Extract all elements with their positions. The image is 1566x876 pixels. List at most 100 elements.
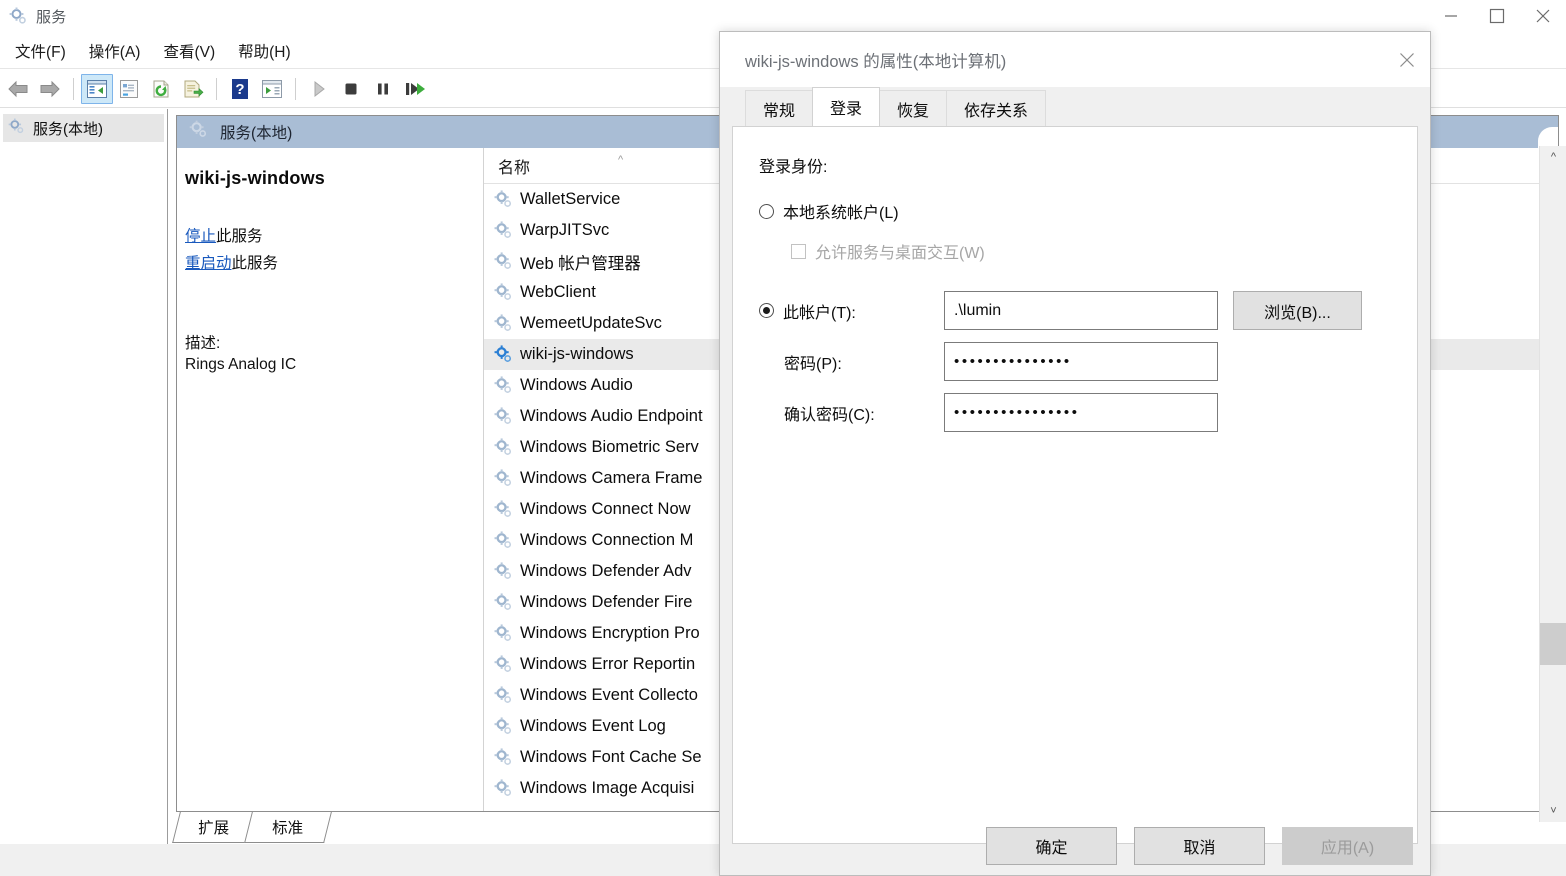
tab-extended-label: 扩展: [198, 820, 230, 837]
local-system-account-option[interactable]: 本地系统帐户(L): [759, 199, 1417, 223]
tree-node-services-local[interactable]: 服务(本地): [3, 114, 164, 142]
tab-recovery[interactable]: 恢复: [879, 90, 948, 126]
console-tree-pane: 服务(本地): [0, 109, 168, 844]
service-name-cell: Windows Camera Frame: [520, 469, 703, 487]
services-gear-icon: [189, 120, 208, 144]
dialog-title: wiki-js-windows 的属性(本地计算机): [745, 52, 1007, 71]
service-name-cell: Web 帐户管理器: [520, 254, 641, 273]
tab-extended[interactable]: 扩展: [172, 812, 256, 843]
toolbar-separator-2: [216, 77, 217, 100]
restart-service-link[interactable]: 重启动: [185, 255, 232, 272]
scroll-down-icon[interactable]: ˅: [1540, 800, 1566, 822]
restart-service-icon[interactable]: [399, 74, 431, 104]
menu-action[interactable]: 操作(A): [80, 37, 150, 65]
confirm-password-row: 确认密码(C): ••••••••••••••••: [759, 393, 1417, 432]
cancel-button[interactable]: 取消: [1134, 827, 1265, 865]
password-input[interactable]: •••••••••••••••: [944, 342, 1218, 381]
tree-node-label: 服务(本地): [33, 120, 103, 138]
export-list-icon[interactable]: [177, 74, 209, 104]
password-row: 密码(P): •••••••••••••••: [759, 342, 1417, 381]
description-label: 描述:: [185, 335, 221, 352]
services-gear-icon: [8, 118, 25, 139]
vertical-scrollbar[interactable]: ^ ˅: [1539, 146, 1566, 822]
service-detail-panel: wiki-js-windows 停止此服务 重启动此服务 描述: Rings A…: [177, 148, 482, 811]
service-gear-icon: [494, 438, 513, 457]
service-action-links: 停止此服务 重启动此服务: [185, 223, 466, 277]
toolbar-separator: [73, 77, 74, 100]
restart-service-suffix: 此服务: [231, 255, 279, 272]
tab-dependencies[interactable]: 依存关系: [946, 90, 1047, 126]
tab-logon[interactable]: 登录: [812, 87, 881, 126]
menu-file[interactable]: 文件(F): [6, 37, 75, 65]
service-name-cell: WarpJITSvc: [520, 221, 610, 239]
stop-service-icon[interactable]: [335, 74, 367, 104]
service-gear-icon: [494, 748, 513, 767]
service-name-cell: Windows Event Log: [520, 717, 666, 735]
apply-button: 应用(A): [1282, 827, 1413, 865]
close-icon[interactable]: [1384, 32, 1430, 87]
tab-standard-label: 标准: [272, 820, 304, 837]
service-name-cell: Windows Connect Now: [520, 500, 691, 518]
service-name-cell: Windows Connection M: [520, 531, 694, 549]
scroll-up-icon[interactable]: ^: [1540, 146, 1566, 168]
ok-button[interactable]: 确定: [986, 827, 1117, 865]
service-name-cell: Windows Encryption Pro: [520, 624, 700, 642]
service-gear-icon: [494, 562, 513, 581]
service-gear-icon: [494, 593, 513, 612]
selected-service-name: wiki-js-windows: [185, 168, 326, 188]
service-gear-icon: [494, 686, 513, 705]
start-service-icon[interactable]: [303, 74, 335, 104]
allow-desktop-label: 允许服务与桌面交互(W): [815, 245, 985, 262]
service-gear-icon: [494, 624, 513, 643]
show-hide-console-tree-icon[interactable]: [81, 73, 113, 104]
service-name-cell: Windows Audio Endpoint: [520, 407, 703, 425]
stop-service-link[interactable]: 停止: [185, 228, 216, 245]
menu-view[interactable]: 查看(V): [154, 37, 224, 65]
service-name-cell: Windows Defender Adv: [520, 562, 692, 580]
tab-standard[interactable]: 标准: [244, 812, 332, 843]
confirm-password-input[interactable]: ••••••••••••••••: [944, 393, 1218, 432]
tab-logon-label: 登录: [830, 101, 863, 118]
maximize-icon[interactable]: [1474, 0, 1520, 32]
refresh-icon[interactable]: [145, 74, 177, 104]
restart-service-link-row: 重启动此服务: [185, 250, 466, 277]
minimize-icon[interactable]: [1428, 0, 1474, 32]
account-input[interactable]: .\lumin: [944, 291, 1218, 330]
scrollbar-thumb[interactable]: [1540, 623, 1566, 665]
help-icon[interactable]: ?: [224, 74, 256, 104]
service-gear-icon: [494, 407, 513, 426]
service-name-cell: WemeetUpdateSvc: [520, 314, 662, 332]
service-gear-icon: [494, 376, 513, 395]
tab-general[interactable]: 常规: [745, 90, 814, 126]
tab-general-label: 常规: [763, 102, 796, 120]
service-name-cell: wiki-js-windows: [520, 345, 634, 363]
service-gear-icon: [494, 500, 513, 519]
service-name-cell: Windows Image Acquisi: [520, 779, 695, 797]
service-gear-icon: [494, 283, 513, 302]
service-name-cell: Windows Event Collecto: [520, 686, 698, 704]
pause-service-icon[interactable]: [367, 74, 399, 104]
column-header-name: 名称: [498, 159, 531, 177]
this-account-radio[interactable]: [759, 303, 774, 318]
logon-as-label: 登录身份:: [759, 159, 828, 176]
browse-button[interactable]: 浏览(B)...: [1233, 291, 1362, 330]
this-account-row: 此帐户(T): .\lumin 浏览(B)...: [759, 291, 1417, 330]
properties-icon[interactable]: [113, 74, 145, 104]
tab-dependencies-label: 依存关系: [964, 102, 1029, 120]
service-name-cell: Windows Biometric Serv: [520, 438, 699, 456]
show-hide-action-pane-icon[interactable]: [256, 74, 288, 104]
svg-text:?: ?: [235, 81, 244, 98]
this-account-option[interactable]: 此帐户(T):: [759, 299, 944, 323]
logon-tab-page: 登录身份: 本地系统帐户(L) 允许服务与桌面交互(W) 此帐户(T): .\l…: [732, 126, 1418, 844]
password-label: 密码(P):: [784, 355, 842, 373]
service-properties-dialog: wiki-js-windows 的属性(本地计算机) 常规 登录 恢复 依存关系…: [719, 31, 1431, 876]
local-system-label: 本地系统帐户(L): [783, 205, 899, 222]
back-icon[interactable]: [2, 74, 34, 104]
service-name-cell: Windows Font Cache Se: [520, 748, 702, 766]
forward-icon[interactable]: [34, 74, 66, 104]
local-system-radio[interactable]: [759, 203, 774, 219]
stop-service-link-row: 停止此服务: [185, 223, 466, 250]
close-icon[interactable]: [1520, 0, 1566, 32]
menu-help[interactable]: 帮助(H): [229, 37, 300, 65]
pane-header-title: 服务(本地): [220, 125, 293, 142]
